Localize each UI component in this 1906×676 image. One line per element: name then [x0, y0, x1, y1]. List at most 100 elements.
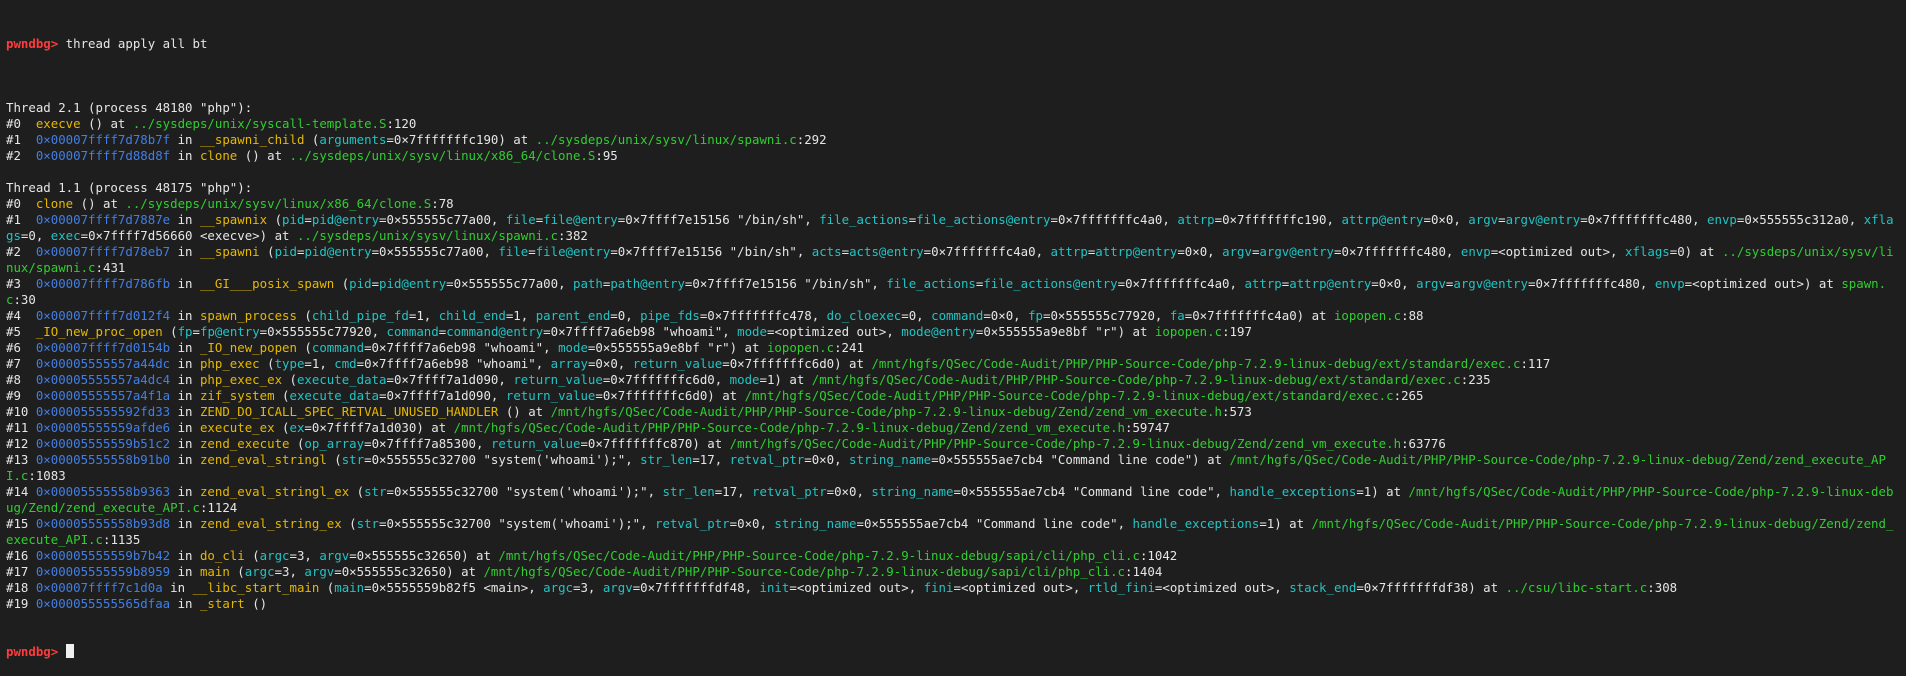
argument-name: execute_data	[289, 388, 380, 403]
output-text: =0×7fffffffc6d0) at	[722, 356, 872, 371]
output-text: :63776	[1401, 436, 1446, 451]
output-text: =0×0,	[804, 452, 850, 467]
output-line: #8 0×00005555557a4dc4 in php_exec_ex (ex…	[6, 372, 1900, 388]
output-text: #9	[6, 388, 36, 403]
output-text: ()	[244, 596, 268, 611]
output-text: =0×7fffffffdf38) at	[1356, 580, 1506, 595]
argument-name: stack_end	[1289, 580, 1357, 595]
argument-name: execute_data	[296, 372, 387, 387]
argument-name: fa	[1169, 308, 1185, 323]
input-line[interactable]: pwndbg>	[6, 644, 1900, 660]
output-text: =0×7fffffffc480,	[1334, 244, 1461, 259]
output-text: (	[282, 372, 297, 387]
output-line: #18 0×00007ffff7c1d0a in __libc_start_ma…	[6, 580, 1900, 596]
output-text: =0×555555c77a00,	[379, 212, 506, 227]
output-text: in	[170, 516, 200, 531]
argument-name: attrp@entry	[1341, 212, 1424, 227]
output-text: =0×0,	[1177, 244, 1223, 259]
output-text: =	[304, 212, 312, 227]
output-line: #16 0×00005555559b7b42 in do_cli (argc=3…	[6, 548, 1900, 564]
argument-name: retval_ptr	[729, 452, 805, 467]
argument-name: file	[498, 244, 529, 259]
output-text: (	[296, 340, 312, 355]
frame-address: 0×00007ffff7d7887e	[35, 212, 171, 227]
argument-name: string_name	[849, 452, 932, 467]
argument-name: pid	[282, 212, 305, 227]
output-text: :95	[595, 148, 618, 163]
output-text: () at	[498, 404, 551, 419]
output-text: =0×7fffffffc870) at	[580, 436, 730, 451]
source-path: /mnt/hgfs/QSec/Code-Audit/PHP/PHP-Source…	[744, 388, 1394, 403]
output-text: in	[170, 548, 200, 563]
function-name: __GI___posix_spawn	[199, 276, 335, 291]
argument-name: pipe_fds	[640, 308, 700, 323]
argument-name: pid	[274, 244, 297, 259]
argument-name: argv	[319, 548, 350, 563]
argument-name: attrp	[1244, 276, 1282, 291]
source-path: /mnt/hgfs/QSec/Code-Audit/PHP/PHP-Source…	[453, 420, 1126, 435]
output-text: =0×555555c32700 "system('whoami');",	[364, 452, 641, 467]
argument-name: argv	[1468, 212, 1499, 227]
output-text: =0×0,	[729, 516, 775, 531]
output-text: =	[841, 244, 850, 259]
output-text: =0×0,	[826, 484, 872, 499]
output-text: in	[170, 420, 200, 435]
argument-name: do_cloexec	[826, 308, 902, 323]
output-line: #11 0×00005555559afde6 in execute_ex (ex…	[6, 420, 1900, 436]
output-text: #14	[6, 484, 36, 499]
argument-name: parent_end	[535, 308, 611, 323]
output-text: =0×7fffffffc480,	[1527, 276, 1655, 291]
argument-name: acts	[811, 244, 842, 259]
argument-name: file_actions	[819, 212, 909, 227]
argument-name: argv	[602, 580, 633, 595]
argument-name: file@entry	[543, 212, 618, 227]
output-text: :1083	[28, 468, 66, 483]
output-text: =0×7ffff7d56660 <execve>) at	[80, 228, 297, 243]
argument-name: argv@entry	[1505, 212, 1581, 227]
output-line: #12 0×00005555559b51c2 in zend_execute (…	[6, 436, 1900, 452]
frame-address: 0×00007ffff7d88d8f	[35, 148, 171, 163]
source-path: ../sysdeps/unix/syscall-template.S	[132, 116, 387, 131]
output-text: (	[259, 244, 275, 259]
frame-address: 0×00007ffff7c1d0a	[35, 580, 163, 595]
output-text: =0×7fffffffc190) at	[386, 132, 536, 147]
function-name: ZEND_DO_ICALL_SPEC_RETVAL_UNUSED_HANDLER	[199, 404, 499, 419]
output-text: :431	[95, 260, 126, 275]
argument-name: command	[931, 308, 984, 323]
argument-name: envp	[1654, 276, 1685, 291]
output-text: #4	[6, 308, 36, 323]
output-line: #1 0×00007ffff7d78b7f in __spawni_child …	[6, 132, 1900, 148]
output-text: =0×555555c312a0,	[1736, 212, 1864, 227]
argument-name: argv	[1222, 244, 1252, 259]
argument-name: str	[364, 484, 387, 499]
argument-name: attrp@entry	[1095, 244, 1178, 259]
argument-name: retval_ptr	[655, 516, 730, 531]
output-text: (	[162, 324, 178, 339]
function-name: __spawni	[199, 244, 260, 259]
output-line: #10 0×000055555592fd33 in ZEND_DO_ICALL_…	[6, 404, 1900, 420]
text-cursor	[65, 644, 74, 658]
argument-name: return_value	[632, 356, 723, 371]
output-line: #5 _IO_new_proc_open (fp=fp@entry=0×5555…	[6, 324, 1900, 340]
argument-name: path	[573, 276, 603, 291]
argument-name: command@entry	[446, 324, 544, 339]
output-text: in	[170, 340, 200, 355]
output-text: =0×0,	[587, 356, 633, 371]
output-line: #17 0×00005555559b8959 in main (argc=3, …	[6, 564, 1900, 580]
frame-address: 0×00005555559b7b42	[35, 548, 171, 563]
frame-address: 0×00005555558b93d8	[35, 516, 171, 531]
output-text: :88	[1401, 308, 1424, 323]
output-text: =0×7fffffffc4a0) at	[1184, 308, 1334, 323]
function-name: php_exec	[199, 356, 260, 371]
argument-name: mode	[737, 324, 767, 339]
output-line: #0 clone () at ../sysdeps/unix/sysv/linu…	[6, 196, 1900, 212]
output-text: :30	[13, 292, 36, 307]
prompt-label: pwndbg>	[6, 36, 59, 51]
output-text: =0×555555c77920,	[1043, 308, 1170, 323]
function-name: spawn_process	[199, 308, 297, 323]
frame-address: 0×00005555558b9363	[35, 484, 171, 499]
frame-address: 0×00007ffff7d0154b	[35, 340, 171, 355]
output-text: #10	[6, 404, 36, 419]
terminal-output[interactable]: pwndbg> thread apply all bt Thread 2.1 (…	[0, 0, 1906, 676]
output-text: #15	[6, 516, 36, 531]
